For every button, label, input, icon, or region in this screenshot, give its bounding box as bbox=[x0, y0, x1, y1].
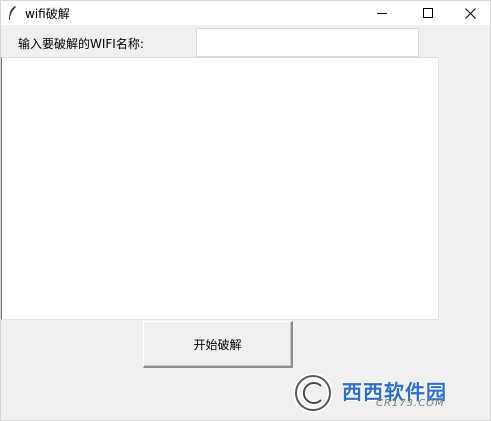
minimize-button[interactable] bbox=[359, 1, 405, 25]
window-title: wifi破解 bbox=[25, 7, 70, 21]
watermark-url: CR173.COM bbox=[376, 398, 445, 409]
start-crack-button[interactable]: 开始破解 bbox=[143, 321, 293, 368]
close-icon bbox=[464, 7, 476, 19]
close-button[interactable] bbox=[447, 1, 491, 25]
title-bar[interactable]: wifi破解 bbox=[1, 1, 490, 25]
wifi-name-input[interactable] bbox=[196, 28, 419, 57]
app-window: wifi破解 输入要破解的WIFI名称: 开始破解 西西软件园 CR173.CO… bbox=[0, 0, 491, 421]
watermark: 西西软件园 CR173.COM bbox=[293, 373, 474, 413]
minimize-icon bbox=[377, 8, 387, 18]
wifi-name-label: 输入要破解的WIFI名称: bbox=[18, 37, 144, 51]
maximize-icon bbox=[423, 8, 433, 18]
cr-logo-icon bbox=[293, 373, 333, 413]
feather-icon bbox=[7, 5, 17, 21]
output-textarea[interactable] bbox=[1, 57, 439, 320]
maximize-button[interactable] bbox=[405, 1, 451, 25]
